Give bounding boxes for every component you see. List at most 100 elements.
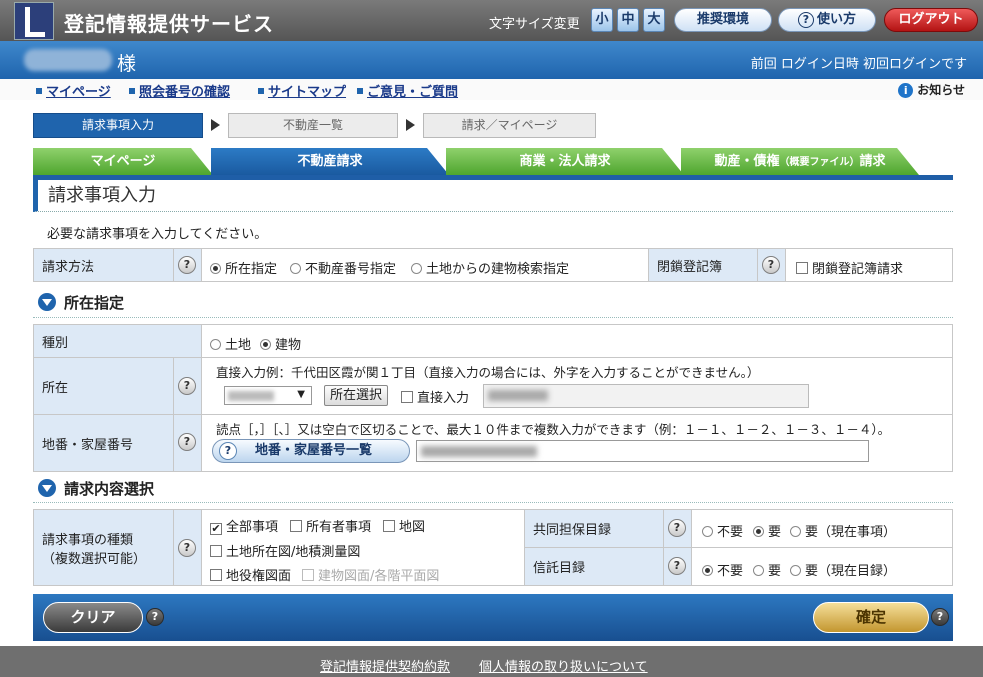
font-size-label: 文字サイズ変更 [489, 17, 580, 32]
nav-link-label: サイトマップ [268, 85, 347, 100]
checkbox-label: 地図 [399, 520, 426, 535]
tab-commercial[interactable]: 商業・法人請求 [446, 148, 684, 175]
checkbox-icon [796, 262, 808, 274]
redacted-value [421, 446, 537, 457]
top-header: 登記情報提供サービス 文字サイズ変更 小 中 大 推奨環境 ? 使い方 ログアウト [0, 0, 983, 41]
help-icon[interactable]: ? [178, 377, 196, 395]
checkbox-all-items[interactable]: ✔ 全部事項 [210, 516, 278, 535]
action-bar: クリア ? 確定 ? [33, 594, 953, 641]
tab-movable[interactable]: 動産・債権（概要ファイル）請求 [681, 148, 919, 175]
help-icon[interactable]: ? [178, 539, 196, 557]
help-icon[interactable]: ? [931, 608, 949, 626]
radio-label: 要 [768, 525, 782, 540]
radio-label: 要（現在目録） [805, 564, 897, 579]
font-size-large-button[interactable]: 大 [643, 8, 665, 32]
radio-label: 要 [768, 564, 782, 579]
notice-link[interactable]: i お知らせ [898, 81, 965, 98]
bullet-icon [36, 88, 42, 94]
tab-real-estate[interactable]: 不動産請求 [211, 148, 449, 175]
checkbox-icon [383, 520, 395, 532]
radio-building-search[interactable]: 土地からの建物検索指定 [411, 258, 569, 277]
main-content: 請求事項入力 不動産一覧 請求／マイページ マイページ 不動産請求 商業・法人請… [0, 100, 983, 646]
closed-register-checkbox[interactable]: 閉鎖登記簿請求 [796, 258, 903, 277]
terms-link[interactable]: 登記情報提供契約約款 [320, 656, 450, 675]
help-icon[interactable]: ? [146, 608, 164, 626]
page-title: 請求事項入力 [33, 180, 953, 212]
location-heading: 所在指定 [38, 292, 124, 313]
checkbox-map[interactable]: 地図 [383, 516, 425, 535]
radio-icon [210, 263, 221, 274]
help-icon[interactable]: ? [668, 557, 686, 575]
kind-label: 請求事項の種類 （複数選択可能） [34, 510, 174, 585]
tab-movable-label: 動産・債権 [714, 154, 780, 169]
checkbox-land-survey[interactable]: 土地所在図/地積測量図 [210, 541, 360, 560]
trust-catalog-label: 信託目録 [524, 548, 664, 585]
font-size-medium-button[interactable]: 中 [617, 8, 639, 32]
question-icon: ? [797, 12, 814, 28]
last-login-text: 前回 ログイン日時 初回ログインです [750, 57, 967, 72]
checkbox-label: 閉鎖登記簿請求 [812, 262, 904, 277]
help-icon[interactable]: ? [668, 519, 686, 537]
radio-icon [702, 526, 713, 537]
nav-link-sitemap[interactable]: サイトマップ [258, 81, 346, 100]
nav-link-mypage[interactable]: マイページ [36, 81, 111, 100]
lot-number-label: 地番・家屋番号 [34, 415, 174, 471]
how-to-use-button[interactable]: ? 使い方 [778, 8, 876, 32]
checkbox-label: 全部事項 [226, 520, 279, 535]
location-select-button[interactable]: 所在選択 [324, 385, 388, 406]
radio-icon [702, 565, 713, 576]
notice-label: お知らせ [917, 83, 965, 97]
step-arrow-icon [406, 119, 415, 131]
lot-number-input[interactable] [416, 440, 869, 462]
checkbox-easement[interactable]: 地役権図面 [210, 565, 291, 584]
checkbox-label: 地役権図面 [226, 569, 292, 584]
radio-label: 要（現在事項） [805, 525, 897, 540]
lot-number-list-button[interactable]: ? 地番・家屋番号一覧 [212, 439, 410, 463]
checkbox-icon [302, 569, 314, 581]
tab-mypage[interactable]: マイページ [33, 148, 213, 175]
help-icon[interactable]: ? [178, 256, 196, 274]
checkbox-icon [290, 520, 302, 532]
privacy-link[interactable]: 個人情報の取り扱いについて [479, 656, 648, 675]
radio-building[interactable]: 建物 [260, 334, 301, 353]
lot-number-hint: 読点［，］［、］又は空白で区切ることで、最大１０件まで複数入力ができます（例：１… [216, 422, 891, 437]
radio-trust-current[interactable]: 要（現在目録） [790, 560, 896, 579]
recommended-env-button[interactable]: 推奨環境 [674, 8, 772, 32]
nav-link-feedback[interactable]: ご意見・ご質問 [357, 81, 458, 100]
checkbox-label: 建物図面/各階平面図 [318, 569, 440, 584]
radio-icon [260, 339, 271, 350]
radio-joint-current[interactable]: 要（現在事項） [790, 521, 896, 540]
radio-label: 不動産番号指定 [305, 262, 397, 277]
font-size-small-button[interactable]: 小 [591, 8, 613, 32]
checkbox-label: 所有者事項 [306, 520, 372, 535]
clear-button[interactable]: クリア [43, 602, 143, 633]
radio-land[interactable]: 土地 [210, 334, 251, 353]
content-heading: 請求内容選択 [38, 478, 154, 499]
tab-movable-suffix: 請求 [859, 154, 886, 169]
checkbox-icon [210, 569, 222, 581]
radio-trust-required[interactable]: 要 [753, 560, 781, 579]
checkbox-owner-items[interactable]: 所有者事項 [290, 516, 371, 535]
nav-link-reference-number[interactable]: 照会番号の確認 [129, 81, 230, 100]
lot-number-list-label: 地番・家屋番号一覧 [255, 443, 373, 458]
joint-collateral-label: 共同担保目録 [524, 510, 664, 547]
location-direct-input[interactable] [483, 384, 809, 408]
checkbox-icon [210, 545, 222, 557]
redacted-value [488, 390, 548, 401]
direct-input-checkbox[interactable]: 直接入力 [401, 387, 469, 406]
radio-location[interactable]: 所在指定 [210, 258, 277, 277]
location-heading-label: 所在指定 [64, 294, 125, 312]
radio-joint-none[interactable]: 不要 [702, 521, 743, 540]
help-icon[interactable]: ? [762, 256, 780, 274]
radio-icon [290, 263, 301, 274]
user-honorific: 様 [117, 53, 137, 75]
location-select[interactable]: ▼ [224, 386, 312, 405]
radio-trust-none[interactable]: 不要 [702, 560, 743, 579]
radio-property-number[interactable]: 不動産番号指定 [290, 258, 396, 277]
chevron-down-icon [38, 293, 56, 311]
how-to-use-label: 使い方 [816, 12, 856, 27]
help-icon[interactable]: ? [178, 433, 196, 451]
logout-button[interactable]: ログアウト [884, 8, 978, 32]
radio-joint-required[interactable]: 要 [753, 521, 781, 540]
confirm-button[interactable]: 確定 [813, 602, 929, 633]
